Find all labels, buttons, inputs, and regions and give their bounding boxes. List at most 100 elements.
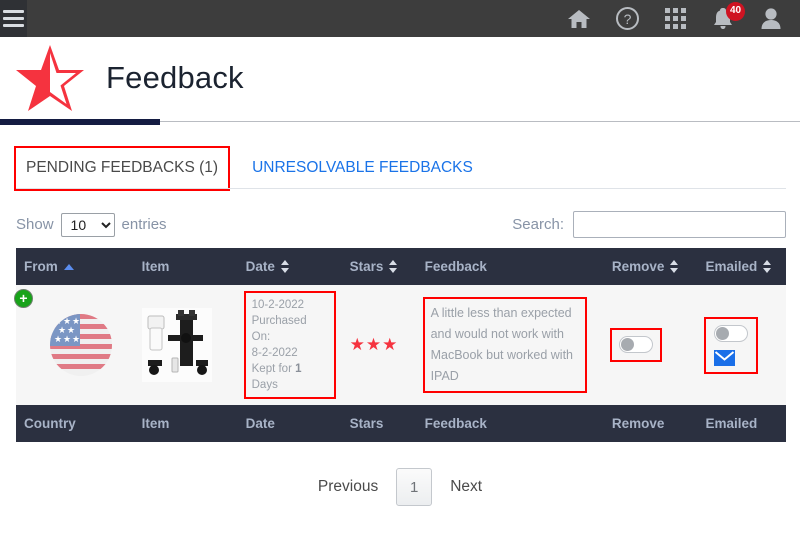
tab-pending-feedbacks[interactable]: PENDING FEEDBACKS (1) (13, 146, 231, 191)
sort-both-icon[interactable] (763, 260, 772, 273)
search-input[interactable] (573, 211, 786, 238)
col-header-feedback-label: Feedback (424, 259, 487, 274)
col-header-stars[interactable]: Stars (341, 248, 417, 285)
emailed-toggle-knob (715, 326, 729, 340)
notification-count-badge: 40 (726, 1, 745, 21)
col-header-stars-label: Stars (349, 259, 384, 274)
sort-ascending-icon[interactable] (63, 263, 74, 270)
sort-both-icon[interactable] (670, 260, 679, 273)
hamburger-bar (3, 10, 24, 13)
topbar-icon-group: ? 40 (566, 1, 800, 32)
feedback-tabs: PENDING FEEDBACKS (1) UNRESOLVABLE FEEDB… (0, 139, 800, 191)
foot-col-item[interactable]: Item (133, 405, 238, 442)
tab-unresolvable-feedbacks-label: UNRESOLVABLE FEEDBACKS (252, 159, 473, 176)
col-header-from[interactable]: From (16, 248, 134, 285)
cell-from: + ★ ★ ★ ★ ★ ★ ★ ★ (14, 285, 134, 405)
pagination: Previous 1 Next (0, 468, 800, 506)
foot-col-country[interactable]: Country (16, 405, 134, 442)
feedback-table: From Item Date Stars Feedback Remove Ema… (14, 248, 786, 442)
kept-for-prefix: Kept for (251, 363, 292, 375)
kept-for-suffix: Days (251, 379, 278, 391)
remove-toggle-knob (620, 338, 634, 352)
col-header-remove[interactable]: Remove (603, 248, 698, 285)
col-header-feedback[interactable]: Feedback (416, 248, 604, 285)
feedback-table-wrap: From Item Date Stars Feedback Remove Ema… (0, 248, 800, 442)
date-info: 10-2-2022 Purchased On: 8-2-2022 Kept fo… (243, 291, 336, 399)
foot-col-feedback[interactable]: Feedback (416, 405, 604, 442)
half-star-logo (16, 45, 84, 111)
foot-col-emailed[interactable]: Emailed (697, 405, 786, 442)
kept-for-line: Kept for 1 (252, 361, 328, 377)
table-head: From Item Date Stars Feedback Remove Ema… (16, 248, 786, 285)
svg-text:★: ★ (63, 334, 71, 344)
pagination-next-button[interactable]: Next (450, 478, 482, 496)
col-header-from-label: From (24, 259, 58, 274)
show-label: Show (16, 216, 54, 233)
cell-date: 10-2-2022 Purchased On: 8-2-2022 Kept fo… (237, 285, 342, 405)
search-label: Search: (512, 216, 564, 233)
col-header-item[interactable]: Item (133, 248, 238, 285)
svg-text:★: ★ (72, 334, 80, 344)
sort-both-icon[interactable] (280, 260, 290, 273)
table-foot: Country Item Date Stars Feedback Remove … (16, 405, 786, 442)
table-row: + ★ ★ ★ ★ ★ ★ ★ ★ 10-2-2022 Purchased On… (14, 285, 786, 405)
hamburger-menu-icon[interactable] (0, 0, 27, 37)
show-entries-control: Show 10 25 50 100 entries (16, 212, 167, 237)
foot-col-date[interactable]: Date (237, 405, 342, 442)
page-length-select[interactable]: 10 25 50 100 (60, 212, 115, 237)
cell-feedback: A little less than expected and would no… (416, 285, 604, 405)
page-title: Feedback (106, 60, 244, 95)
cell-emailed (697, 285, 786, 405)
table-footer-row: Country Item Date Stars Feedback Remove … (16, 405, 786, 442)
emailed-controls-wrap (703, 316, 758, 374)
search-control: Search: (512, 211, 786, 238)
apps-grid-icon[interactable] (662, 6, 688, 32)
home-icon[interactable] (566, 6, 592, 32)
foot-col-stars[interactable]: Stars (341, 405, 417, 442)
purchased-on-date: 8-2-2022 (251, 347, 298, 359)
feedback-text: A little less than expected and would no… (422, 297, 587, 393)
top-navigation-bar: ? 40 (0, 0, 800, 37)
col-header-emailed[interactable]: Emailed (697, 248, 786, 285)
col-header-date[interactable]: Date (237, 248, 342, 285)
col-header-remove-label: Remove (611, 259, 665, 274)
expand-row-button[interactable]: + (14, 289, 33, 308)
svg-text:?: ? (623, 11, 631, 27)
entries-label: entries (121, 216, 167, 233)
tabs-underline (16, 188, 786, 189)
foot-col-remove[interactable]: Remove (603, 405, 698, 442)
pagination-page-1-button[interactable]: 1 (396, 468, 433, 506)
table-header-row: From Item Date Stars Feedback Remove Ema… (16, 248, 786, 285)
accent-bar (0, 119, 160, 125)
notifications-bell-icon[interactable]: 40 (710, 1, 745, 32)
cell-remove (603, 285, 698, 405)
cell-item (133, 285, 238, 405)
emailed-toggle[interactable] (713, 324, 748, 342)
pagination-previous-button[interactable]: Previous (318, 478, 378, 496)
user-account-icon[interactable] (758, 6, 784, 32)
page-header: Feedback (0, 37, 800, 119)
hamburger-bar (3, 24, 24, 27)
col-header-emailed-label: Emailed (705, 259, 758, 274)
svg-text:★: ★ (54, 334, 62, 344)
table-controls: Show 10 25 50 100 entries Search: (0, 189, 800, 248)
header-accent-rule (0, 119, 800, 125)
col-header-item-label: Item (141, 259, 170, 274)
tab-unresolvable-feedbacks[interactable]: UNRESOLVABLE FEEDBACKS (242, 148, 483, 189)
date-primary: 10-2-2022 (251, 299, 305, 311)
us-flag-icon: ★ ★ ★ ★ ★ ★ ★ ★ (50, 314, 112, 376)
table-body: + ★ ★ ★ ★ ★ ★ ★ ★ 10-2-2022 Purchased On… (14, 285, 786, 405)
remove-toggle[interactable] (618, 336, 653, 354)
purchased-on-label: Purchased On: (251, 315, 307, 343)
tab-pending-feedbacks-label: PENDING FEEDBACKS (1) (26, 159, 219, 176)
remove-toggle-wrap (609, 328, 662, 362)
cell-stars: ★★★ (341, 285, 417, 405)
hamburger-bar (3, 17, 24, 20)
col-header-date-label: Date (245, 259, 275, 274)
help-icon[interactable]: ? (614, 6, 640, 32)
star-rating: ★★★ (349, 335, 399, 354)
kept-for-days: 1 (295, 363, 302, 375)
sort-both-icon[interactable] (389, 260, 398, 273)
envelope-icon[interactable] (713, 349, 735, 366)
header-divider-line (160, 121, 800, 122)
